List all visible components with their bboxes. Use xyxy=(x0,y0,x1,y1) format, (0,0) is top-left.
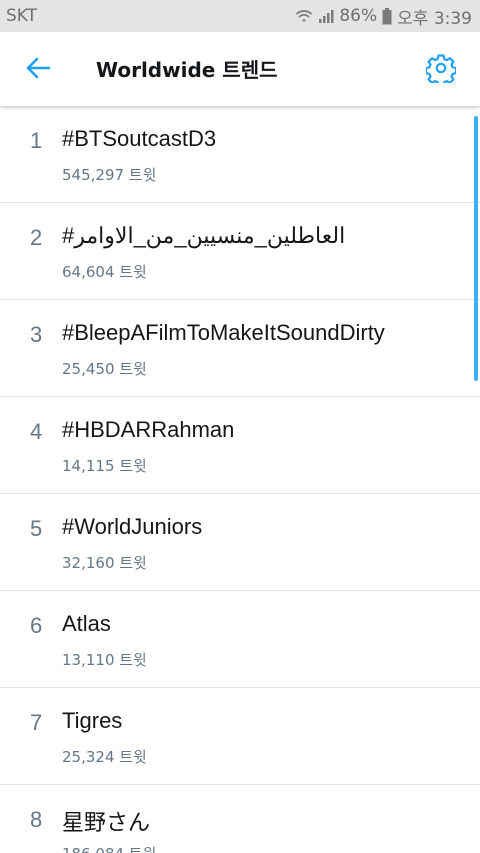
trend-tweet-count: 25,450 트윗 xyxy=(62,360,147,378)
back-button[interactable] xyxy=(18,50,58,90)
arrow-left-icon xyxy=(25,57,51,83)
wifi-icon xyxy=(295,8,313,24)
trend-row[interactable]: 6 Atlas 13,110 트윗 xyxy=(0,591,480,688)
trend-rank: 3 xyxy=(30,322,43,347)
trend-rank: 2 xyxy=(30,225,43,250)
trend-row[interactable]: 2 #العاطلين_منسيين_من_الاوامر 64,604 트윗 xyxy=(0,203,480,300)
trend-tweet-count: 186,084 트윗 xyxy=(62,843,156,853)
trend-row[interactable]: 1 #BTSoutcastD3 545,297 트윗 xyxy=(0,106,480,203)
trend-tweet-count: 545,297 트윗 xyxy=(62,166,157,184)
trend-tweet-count: 13,110 트윗 xyxy=(62,651,147,669)
trend-name: #العاطلين_منسيين_من_الاوامر xyxy=(62,223,346,248)
settings-button[interactable] xyxy=(422,51,460,89)
trend-rank: 6 xyxy=(30,613,43,638)
trend-name: #HBDARRahman xyxy=(62,417,235,442)
trend-tweet-count: 25,324 트윗 xyxy=(62,748,147,766)
status-bar: SKT 86% 오후 3:39 xyxy=(0,0,480,32)
trend-tweet-count: 64,604 트윗 xyxy=(62,263,147,281)
status-icons: 86% 오후 3:39 xyxy=(295,4,472,29)
scrollbar[interactable] xyxy=(474,116,478,381)
trend-name: 星野さん xyxy=(62,810,151,835)
trend-rank: 1 xyxy=(30,128,43,153)
trend-name: Tigres xyxy=(62,708,123,733)
trend-name: #WorldJuniors xyxy=(62,514,203,539)
signal-icon xyxy=(318,8,334,24)
clock: 오후 3:39 xyxy=(397,8,472,29)
trend-row[interactable]: 4 #HBDARRahman 14,115 트윗 xyxy=(0,397,480,494)
trend-name: #BTSoutcastD3 xyxy=(62,126,217,151)
trend-row[interactable]: 5 #WorldJuniors 32,160 트윗 xyxy=(0,494,480,591)
trend-rank: 5 xyxy=(30,516,43,541)
trend-name: Atlas xyxy=(62,611,111,636)
trend-tweet-count: 32,160 트윗 xyxy=(62,554,147,572)
trend-rank: 8 xyxy=(30,807,43,832)
trend-row[interactable]: 8 星野さん 186,084 트윗 xyxy=(0,785,480,853)
gear-icon xyxy=(424,53,458,87)
top-toolbar: Worldwide 트렌드 xyxy=(0,32,480,106)
trend-name: #BleepAFilmToMakeItSoundDirty xyxy=(62,320,385,345)
trend-rank: 4 xyxy=(30,419,43,444)
page-title: Worldwide 트렌드 xyxy=(96,58,278,82)
carrier-label: SKT xyxy=(6,6,38,26)
trend-row[interactable]: 3 #BleepAFilmToMakeItSoundDirty 25,450 트… xyxy=(0,300,480,397)
battery-icon xyxy=(382,7,392,25)
battery-percent: 86% xyxy=(339,6,378,26)
trend-tweet-count: 14,115 트윗 xyxy=(62,457,147,475)
trend-rank: 7 xyxy=(30,710,43,735)
trends-list: 1 #BTSoutcastD3 545,297 트윗 2 #العاطلين_م… xyxy=(0,106,480,853)
trend-row[interactable]: 7 Tigres 25,324 트윗 xyxy=(0,688,480,785)
